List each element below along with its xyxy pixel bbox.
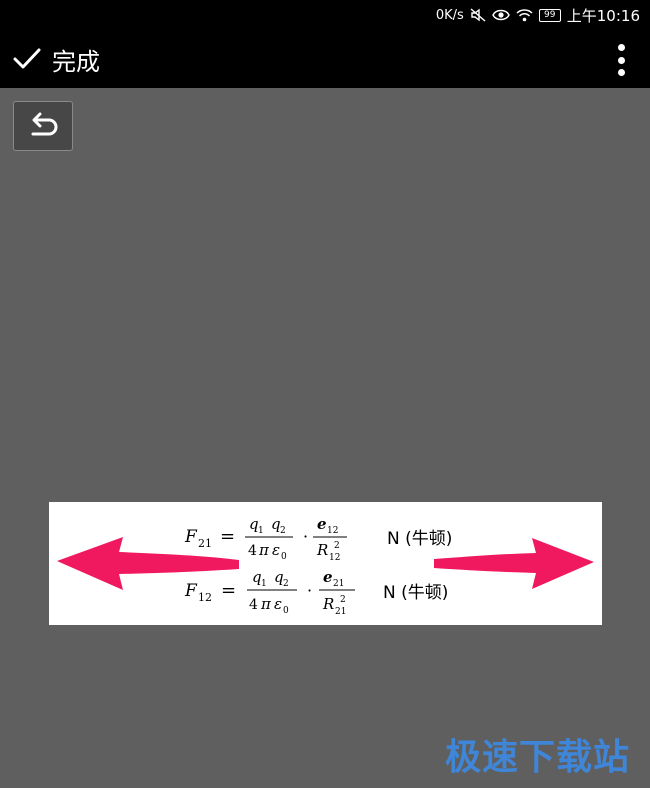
q1-sub: 1 (261, 579, 267, 589)
r-sub: 21 (335, 607, 346, 617)
checkmark-icon (13, 48, 41, 69)
net-speed: 0K/s (435, 7, 464, 23)
mute-icon (470, 8, 486, 22)
more-vertical-icon (617, 44, 625, 51)
epsilon: ε (274, 595, 282, 613)
r-sup: 2 (340, 595, 346, 605)
formula-image: F 21 = q 1 q 2 4 π ε 0 · e 12 R 2 12 N (… (57, 515, 594, 617)
battery-level: 99 (544, 10, 556, 20)
r-symbol: R (322, 595, 334, 613)
den-coef: 4 (249, 597, 258, 613)
eps-sub: 0 (283, 606, 289, 616)
battery-icon: 99 (538, 8, 561, 22)
edited-image[interactable]: F 21 = q 1 q 2 4 π ε 0 · e 12 R 2 12 N (… (49, 502, 602, 625)
f-sub: 12 (198, 591, 212, 604)
undo-icon (31, 112, 58, 136)
unit-label: N (牛顿) (387, 529, 452, 549)
right-arrow (434, 538, 594, 589)
unit-vector: e (317, 515, 327, 533)
q2-sub: 2 (280, 526, 286, 536)
done-button[interactable]: 完成 (12, 40, 100, 78)
q2-sub: 2 (283, 579, 289, 589)
status-icons: 0K/s 99 上午10:16 (436, 0, 640, 30)
pi: π (260, 595, 272, 613)
clock: 上午10:16 (566, 6, 640, 25)
f-sub: 21 (198, 537, 212, 550)
eps-sub: 0 (281, 552, 287, 562)
watermark: 极速下载站 (444, 737, 630, 778)
epsilon: ε (272, 541, 280, 559)
equals-sign: = (220, 526, 235, 547)
r-symbol: R (316, 541, 328, 559)
r-sup: 2 (334, 541, 340, 551)
equals-sign: = (221, 580, 236, 601)
unit-label: N (牛顿) (383, 583, 448, 603)
formula-1: F 21 = q 1 q 2 4 π ε 0 · e 12 R 2 12 N (… (184, 515, 452, 563)
status-bar: 0K/s 99 上午10:16 (0, 0, 650, 30)
r-sub: 12 (329, 553, 340, 563)
done-label: 完成 (52, 47, 100, 76)
eye-icon (491, 9, 510, 21)
q1-sub: 1 (258, 526, 264, 536)
unit-vector: e (323, 568, 333, 586)
unit-vector-sub: 12 (327, 526, 338, 536)
pi: π (258, 541, 270, 559)
wifi-icon (516, 9, 533, 22)
f-symbol: F (184, 527, 198, 547)
den-coef: 4 (248, 543, 257, 559)
undo-button[interactable] (13, 101, 73, 151)
dot-operator: · (303, 527, 308, 546)
action-bar: 完成 (0, 30, 650, 88)
formula-2: F 12 = q 1 q 2 4 π ε 0 · e 21 R 2 21 N (… (184, 568, 448, 617)
unit-vector-sub: 21 (333, 579, 344, 589)
dot-operator: · (307, 581, 312, 600)
more-options-button[interactable] (614, 44, 628, 76)
f-symbol: F (184, 581, 198, 601)
